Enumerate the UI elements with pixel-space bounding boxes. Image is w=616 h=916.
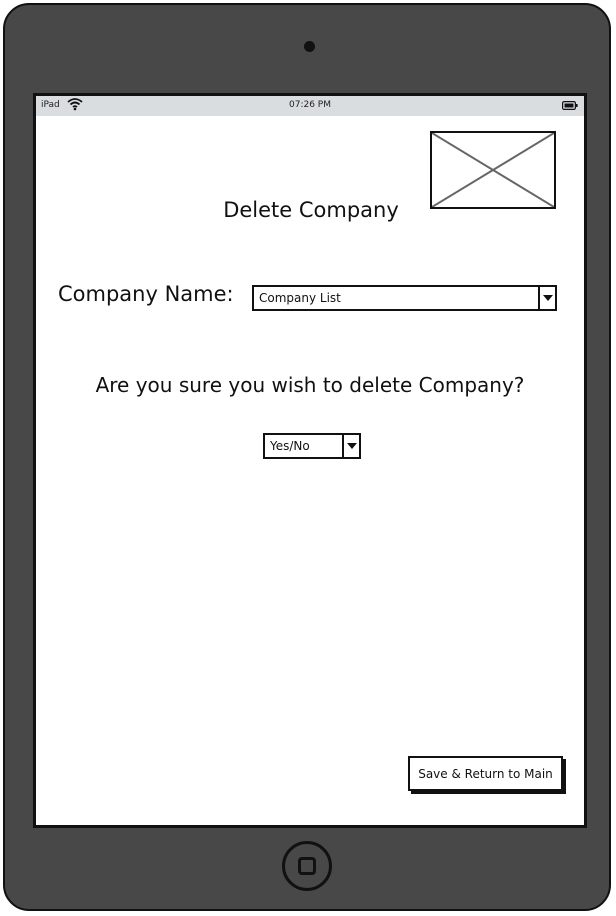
delete-confirmation-question: Are you sure you wish to delete Company? — [95, 373, 525, 397]
company-list-dropdown[interactable]: Company List — [252, 285, 557, 311]
page-title: Delete Company — [223, 198, 399, 222]
image-placeholder-icon — [430, 131, 556, 209]
home-button-icon[interactable] — [282, 841, 332, 891]
status-bar: iPad 07:26 PM — [36, 96, 584, 116]
home-button-square — [298, 857, 316, 875]
camera-icon — [304, 41, 315, 52]
status-time: 07:26 PM — [289, 100, 331, 110]
screen: iPad 07:26 PM Delete Company Company Nam… — [33, 93, 587, 828]
save-return-button[interactable]: Save & Return to Main — [408, 756, 563, 791]
ipad-frame: iPad 07:26 PM Delete Company Company Nam… — [3, 3, 611, 911]
chevron-down-icon[interactable] — [342, 435, 359, 457]
yes-no-value: Yes/No — [270, 439, 310, 453]
company-list-value: Company List — [259, 291, 341, 305]
chevron-down-icon[interactable] — [538, 287, 555, 309]
company-name-label: Company Name: — [58, 282, 234, 306]
battery-icon — [562, 101, 578, 113]
yes-no-dropdown[interactable]: Yes/No — [263, 433, 361, 459]
